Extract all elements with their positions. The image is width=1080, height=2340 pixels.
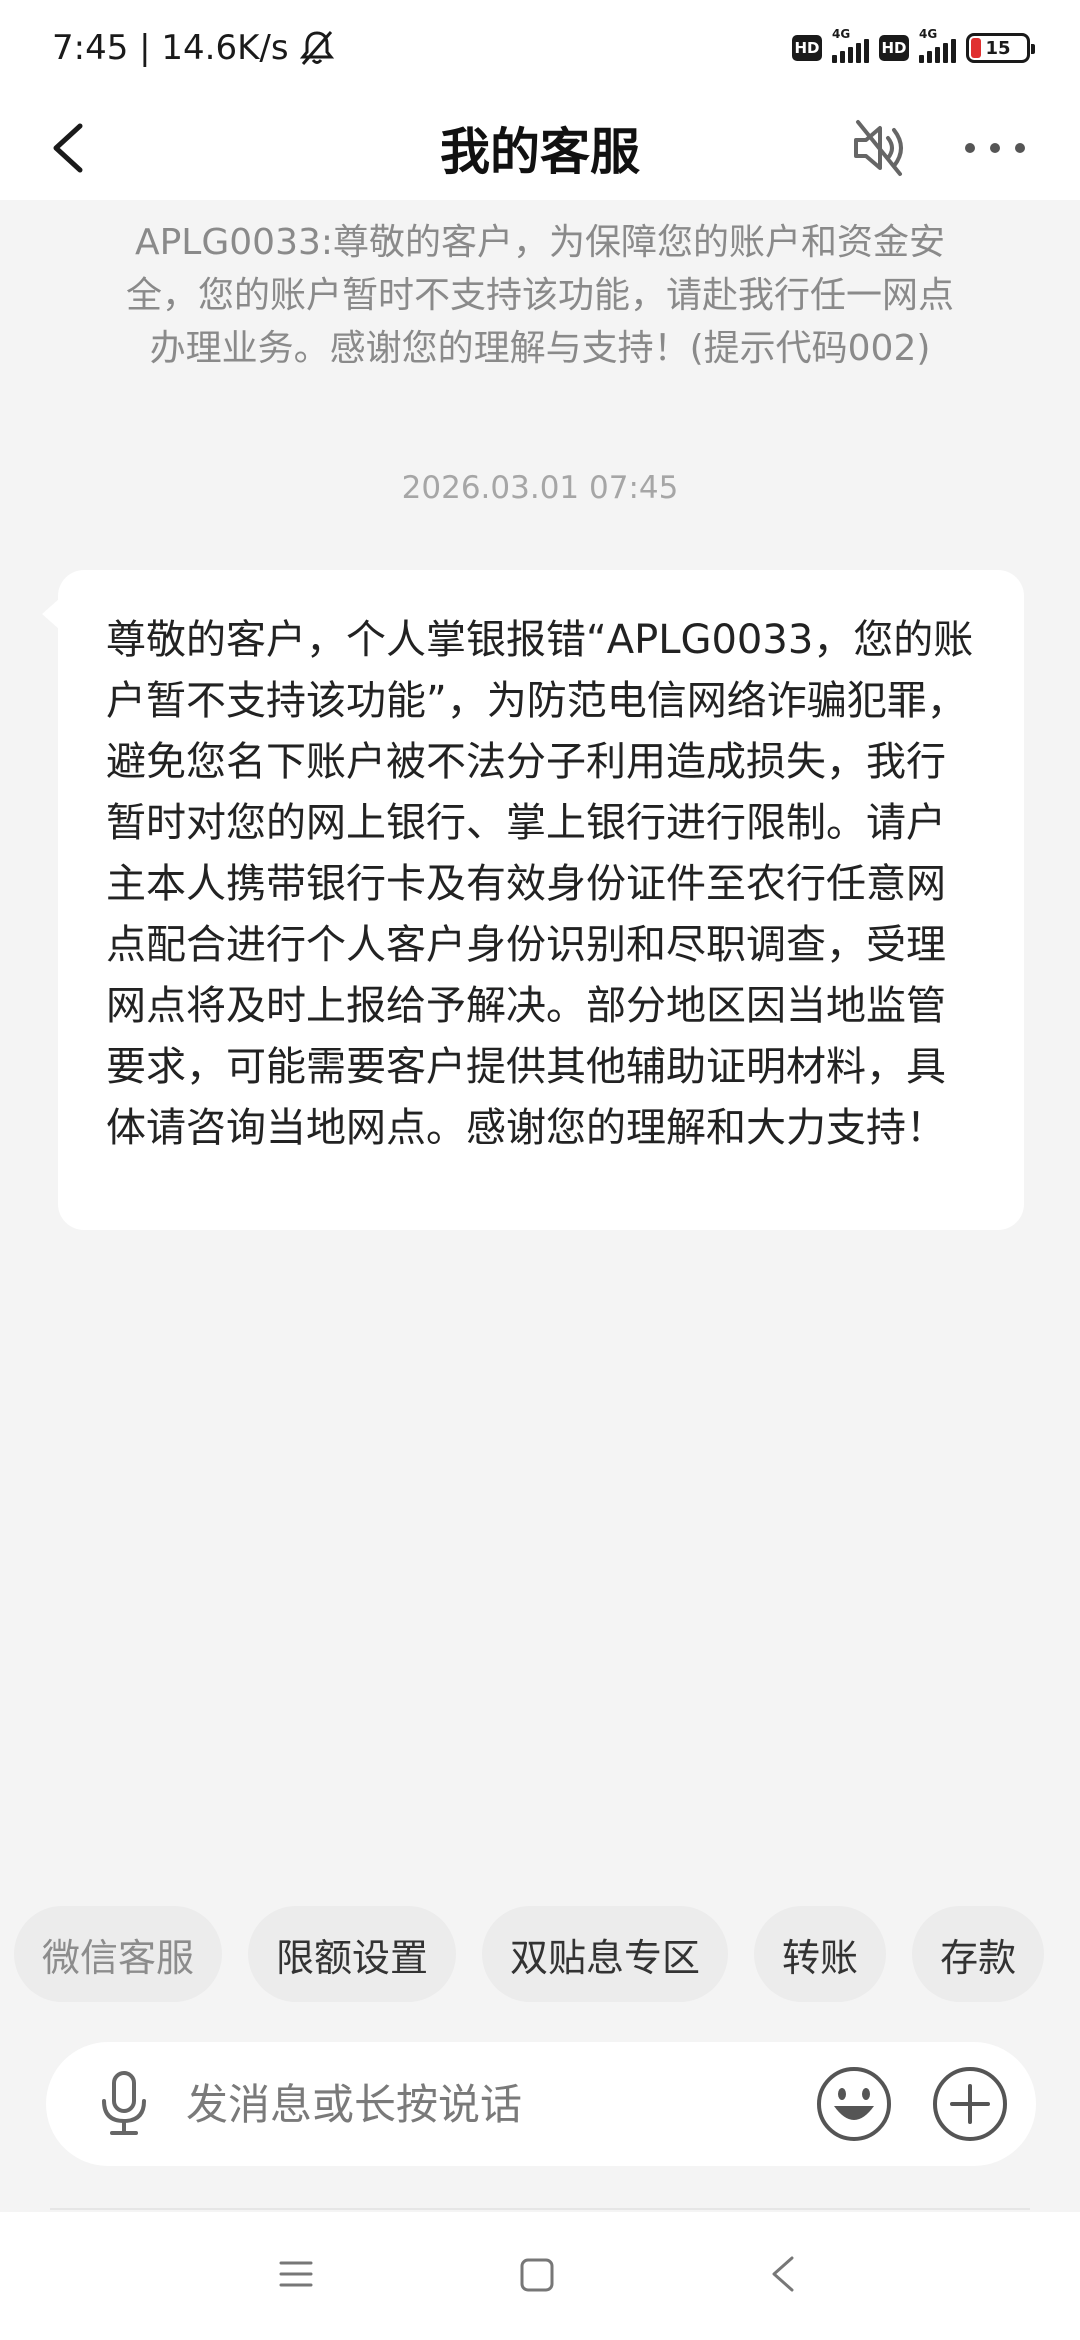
page-title: 我的客服	[440, 123, 640, 181]
divider	[50, 2208, 1030, 2210]
emoji-icon[interactable]	[814, 2064, 894, 2144]
battery-icon: 15	[966, 33, 1035, 63]
system-notice: APLG0033:尊敬的客户，为保障您的账户和资金安全，您的账户暂时不支持该功能…	[125, 222, 954, 369]
hd-badge-1: HD	[792, 35, 822, 61]
battery-level: 15	[985, 37, 1011, 59]
status-left: 7:45 | 14.6K/s	[52, 28, 792, 68]
speaker-muted-icon[interactable]	[846, 116, 910, 180]
network-type-2: 4G	[919, 27, 938, 41]
quick-reply-bar: 微信客服 限额设置 双贴息专区 转账 存款	[0, 1904, 1080, 2004]
menu-icon[interactable]	[278, 2256, 314, 2292]
chat-area[interactable]: APLG0033:尊敬的客户，为保障您的账户和资金安全，您的账户暂时不支持该功能…	[0, 200, 1080, 1900]
message-input[interactable]	[184, 2078, 814, 2130]
system-back-icon[interactable]	[766, 2254, 802, 2294]
nav-bar: 我的客服	[0, 96, 1080, 200]
status-bar: 7:45 | 14.6K/s HD 4G HD 4G 15	[0, 0, 1080, 96]
status-time-speed: 7:45 | 14.6K/s	[52, 28, 289, 68]
signal-icon-2: 4G	[919, 27, 956, 63]
system-nav-bar	[0, 2212, 1080, 2340]
quick-reply-transfer[interactable]: 转账	[754, 1906, 887, 2002]
hd-badge-2: HD	[879, 35, 909, 61]
network-type-1: 4G	[832, 27, 851, 41]
reply-message-text: 尊敬的客户，个人掌银报错“APLG0033，您的账户暂不支持该功能”，为防范电信…	[106, 617, 974, 1151]
message-timestamp: 2026.03.01 07:45	[401, 470, 679, 506]
quick-reply-wechat-service[interactable]: 微信客服	[14, 1906, 223, 2002]
message-input-bar	[46, 2042, 1036, 2166]
home-icon[interactable]	[518, 2256, 556, 2294]
quick-reply-deposit[interactable]: 存款	[912, 1906, 1045, 2002]
bell-muted-icon	[299, 31, 334, 65]
plus-icon[interactable]	[930, 2064, 1010, 2144]
quick-reply-subsidy-zone[interactable]: 双贴息专区	[482, 1906, 729, 2002]
microphone-icon[interactable]	[94, 2069, 154, 2139]
quick-reply-limit-settings[interactable]: 限额设置	[248, 1906, 457, 2002]
signal-icon-1: 4G	[832, 27, 869, 63]
reply-message-bubble[interactable]: 尊敬的客户，个人掌银报错“APLG0033，您的账户暂不支持该功能”，为防范电信…	[42, 570, 1024, 1230]
status-right: HD 4G HD 4G 15	[792, 27, 1035, 63]
back-arrow-icon[interactable]	[40, 118, 100, 178]
more-options-icon[interactable]	[960, 126, 1030, 170]
